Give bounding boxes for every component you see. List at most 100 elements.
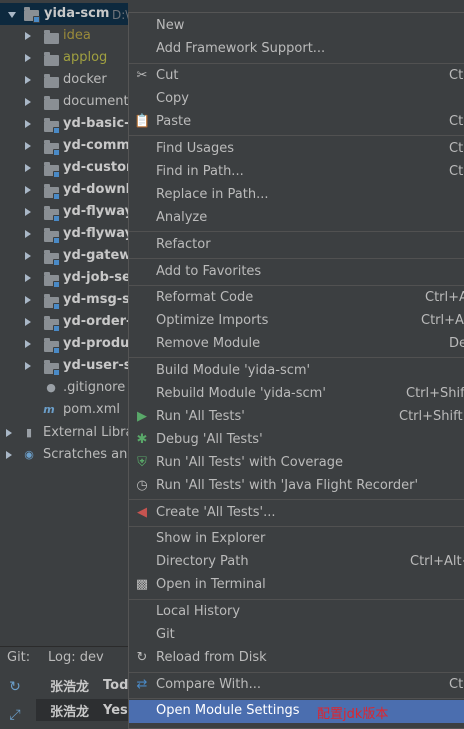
chevron-right-icon[interactable] [25, 76, 31, 84]
tree-item[interactable]: docker [0, 69, 128, 91]
chevron-right-icon[interactable] [25, 208, 31, 216]
menu-item-find-usages[interactable]: Find Usages Ct [129, 138, 464, 161]
chevron-right-icon[interactable] [25, 98, 31, 106]
menu-item-label: Open Module Settings [156, 703, 300, 718]
menu-item-shortcut: Ct [449, 677, 464, 692]
menu-item-remove-module[interactable]: Remove Module De [129, 333, 464, 356]
menu-item-build-module[interactable]: Build Module 'yida-scm' [129, 360, 464, 383]
menu-item-local-history[interactable]: Local History [129, 601, 464, 624]
module-folder-icon [44, 184, 60, 200]
menu-item-run-all-tests[interactable]: ▶ Run 'All Tests' Ctrl+Shift+ [129, 406, 464, 429]
tree-scratches[interactable]: ◉ Scratches and [0, 444, 128, 466]
module-folder-icon [44, 272, 60, 288]
refresh-icon[interactable]: ↻ [7, 679, 23, 695]
maven-file-icon: m [43, 403, 55, 416]
module-folder-icon [44, 338, 60, 354]
menu-item-git[interactable]: Git [129, 624, 464, 647]
chevron-right-icon[interactable] [25, 32, 31, 40]
tree-item[interactable]: document [0, 91, 128, 113]
tree-item[interactable]: idea [0, 25, 128, 47]
menu-item-label: Optimize Imports [156, 313, 269, 328]
folder-icon [44, 30, 59, 44]
chevron-right-icon[interactable] [25, 230, 31, 238]
menu-item-refactor[interactable]: Refactor [129, 234, 464, 257]
chevron-right-icon[interactable] [25, 252, 31, 260]
tree-file-label: pom.xml [63, 402, 120, 417]
chevron-right-icon[interactable] [25, 54, 31, 62]
tree-item[interactable]: yd-produc [0, 333, 128, 355]
tree-root-row[interactable]: yida-scm D:\IdeaProjects\yida-scm dev / … [0, 3, 128, 25]
menu-item-show-in-explorer[interactable]: Show in Explorer [129, 528, 464, 551]
tree-item[interactable]: yd-order- [0, 311, 128, 333]
tree-item[interactable]: yd-flyway [0, 201, 128, 223]
tree-file[interactable]: m pom.xml [0, 399, 128, 421]
project-tree: yida-scm D:\IdeaProjects\yida-scm dev / … [0, 0, 128, 646]
menu-item-rebuild-module[interactable]: Rebuild Module 'yida-scm' Ctrl+Shif [129, 383, 464, 406]
tree-item[interactable]: yd-downl [0, 179, 128, 201]
menu-item-shortcut: Ctrl+A [425, 290, 464, 305]
tree-item-label: yd-produc [63, 336, 128, 351]
menu-item-new[interactable]: New [129, 15, 464, 38]
menu-item-add-to-favorites[interactable]: Add to Favorites [129, 261, 464, 284]
module-folder-icon [44, 294, 60, 310]
tree-item[interactable]: yd-basic-s [0, 113, 128, 135]
tree-file[interactable]: ● .gitignore [0, 377, 128, 399]
tree-item[interactable]: yd-gatew [0, 245, 128, 267]
annotation-text: 配置jdk版本 [317, 707, 389, 722]
chevron-down-icon[interactable] [8, 12, 16, 18]
chevron-right-icon[interactable] [25, 186, 31, 194]
collapse-icon[interactable]: ⤢ [7, 707, 23, 723]
log-tab-label[interactable]: Log: dev [48, 650, 104, 665]
menu-item-debug-all-tests[interactable]: ✱ Debug 'All Tests' [129, 429, 464, 452]
tree-item[interactable]: yd-comm [0, 135, 128, 157]
chevron-right-icon[interactable] [25, 340, 31, 348]
chevron-right-icon[interactable] [25, 318, 31, 326]
tree-item-label: document [63, 94, 128, 109]
menu-item-optimize-imports[interactable]: Optimize Imports Ctrl+Al [129, 310, 464, 333]
menu-item-create-all-tests[interactable]: ◀︎ Create 'All Tests'... [129, 502, 464, 525]
menu-item-open-module-settings[interactable]: Open Module Settings 配置jdk版本 [129, 700, 464, 723]
menu-item-reformat-code[interactable]: Reformat Code Ctrl+A [129, 287, 464, 310]
menu-item-shortcut: Ctrl+Alt+ [410, 554, 464, 569]
menu-separator [129, 698, 464, 699]
menu-item-cut[interactable]: ✂ Cut Ct [129, 65, 464, 88]
tree-item-label: yd-gatew [63, 248, 128, 263]
tree-item[interactable]: yd-job-se [0, 267, 128, 289]
chevron-right-icon[interactable] [25, 362, 31, 370]
chevron-right-icon[interactable] [25, 296, 31, 304]
menu-item-reload-from-disk[interactable]: ↻ Reload from Disk [129, 647, 464, 670]
create-test-icon: ◀︎ [137, 505, 147, 520]
tree-item[interactable]: yd-user-s [0, 355, 128, 377]
tree-item[interactable]: yd-custom [0, 157, 128, 179]
menu-item-replace-in-path[interactable]: Replace in Path... [129, 184, 464, 207]
menu-item-label: Rebuild Module 'yida-scm' [156, 386, 326, 401]
git-tab-label[interactable]: Git: [7, 650, 30, 665]
module-folder-icon [44, 140, 60, 156]
menu-item-run-with-flight-recorder[interactable]: ◷ Run 'All Tests' with 'Java Flight Reco… [129, 475, 464, 498]
tree-item[interactable]: yd-flyway [0, 223, 128, 245]
tree-item[interactable]: applog [0, 47, 128, 69]
chevron-right-icon[interactable] [25, 120, 31, 128]
menu-item-directory-path[interactable]: Directory Path Ctrl+Alt+ [129, 551, 464, 574]
log-row[interactable]: 张浩龙 Yes [36, 699, 136, 721]
paste-icon: 📋 [134, 114, 151, 129]
menu-item-open-in-terminal[interactable]: ▩ Open in Terminal [129, 574, 464, 597]
chevron-right-icon[interactable] [25, 274, 31, 282]
log-row[interactable]: 张浩龙 Tod [36, 674, 136, 696]
chevron-right-icon[interactable] [6, 429, 12, 437]
tree-item[interactable]: yd-msg-s [0, 289, 128, 311]
chevron-right-icon[interactable] [25, 164, 31, 172]
menu-item-shortcut: Ct [449, 68, 464, 83]
menu-item-copy[interactable]: Copy [129, 88, 464, 111]
module-folder-icon [44, 206, 60, 222]
menu-item-compare-with[interactable]: ⇄ Compare With... Ct [129, 674, 464, 697]
menu-item-add-framework-support[interactable]: Add Framework Support... [129, 38, 464, 61]
menu-item-run-with-coverage[interactable]: ⛨ Run 'All Tests' with Coverage [129, 452, 464, 475]
menu-item-find-in-path[interactable]: Find in Path... Ct [129, 161, 464, 184]
chevron-right-icon[interactable] [25, 142, 31, 150]
log-author: 张浩龙 [50, 704, 90, 720]
tree-external-libraries[interactable]: ▮ External Libra [0, 422, 128, 444]
chevron-right-icon[interactable] [6, 451, 12, 459]
menu-item-analyze[interactable]: Analyze [129, 207, 464, 230]
menu-item-paste[interactable]: 📋 Paste Ct [129, 111, 464, 134]
